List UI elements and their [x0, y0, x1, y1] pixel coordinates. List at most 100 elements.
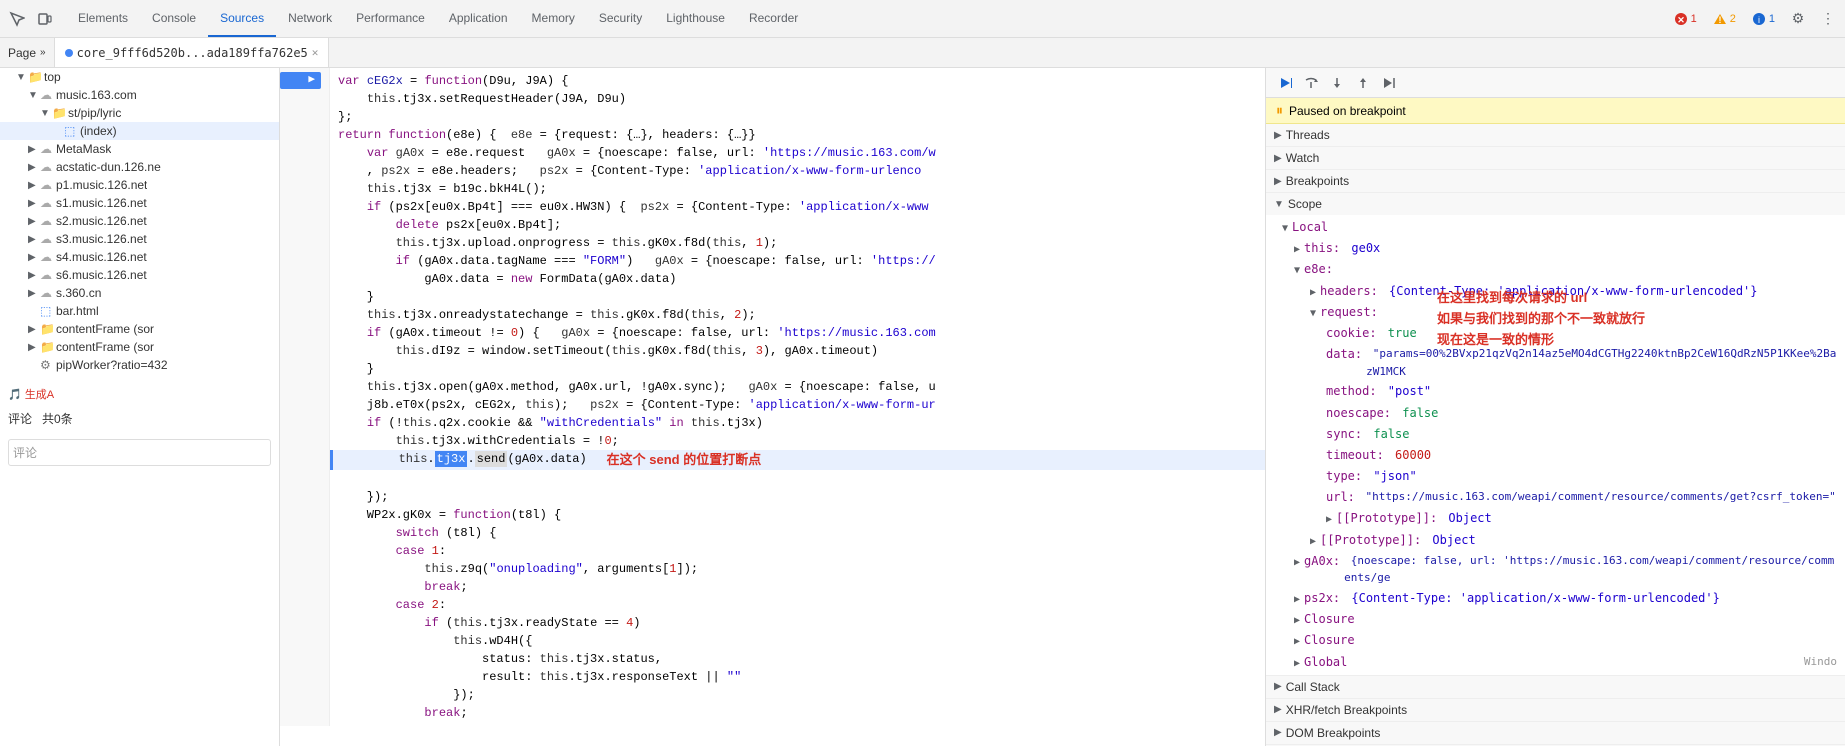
proto1-item[interactable]: ▶ [[Prototype]]: Object	[1266, 508, 1845, 529]
code-line: });	[330, 686, 1265, 704]
settings-btn[interactable]: ⚙	[1785, 6, 1811, 32]
active-file-tab[interactable]: core_9fff6d520b...ada189ffa762e5 ✕	[55, 38, 330, 67]
toolbar-right: ✕ 1 ! 2 i 1 ⚙ ⋮	[1668, 6, 1841, 32]
dom-label: DOM Breakpoints	[1286, 726, 1381, 740]
closure2-item[interactable]: ▶ Closure	[1266, 630, 1845, 651]
tree-item-index[interactable]: ▶ ⬚ (index)	[0, 122, 279, 140]
scope-section: ▼ Scope ▼ Local ▶ thi	[1266, 193, 1845, 676]
tab-console[interactable]: Console	[140, 0, 208, 37]
file-tree: ▼ 📁 top ▼ ☁ music.163.com ▼ 📁 st/pip/lyr…	[0, 68, 280, 746]
code-line: };	[330, 108, 1265, 126]
more-btn[interactable]: ⋮	[1815, 6, 1841, 32]
code-line: this.tj3x.withCredentials = !0;	[330, 432, 1265, 450]
scope-content: ▼ Local ▶ this: ge0x ▼	[1266, 215, 1845, 675]
tree-item-pipworker[interactable]: ▶ ⚙ pipWorker?ratio=432	[0, 356, 279, 374]
comment-input[interactable]: 评论	[8, 439, 271, 466]
xhr-header[interactable]: ▶ XHR/fetch Breakpoints	[1266, 699, 1845, 721]
main-content: ▼ 📁 top ▼ ☁ music.163.com ▼ 📁 st/pip/lyr…	[0, 68, 1845, 746]
tree-item-bar[interactable]: ▶ ⬚ bar.html	[0, 302, 279, 320]
dom-header[interactable]: ▶ DOM Breakpoints	[1266, 722, 1845, 744]
code-line: if (!this.q2x.cookie && "withCredentials…	[330, 414, 1265, 432]
tree-item-contentframe1[interactable]: ▶ 📁 contentFrame (sor	[0, 320, 279, 338]
proto1-arrow: ▶	[1326, 512, 1332, 528]
tree-item-contentframe2[interactable]: ▶ 📁 contentFrame (sor	[0, 338, 279, 356]
tree-item-s6[interactable]: ▶ ☁ s6.music.126.net	[0, 266, 279, 284]
tab-performance[interactable]: Performance	[344, 0, 437, 37]
step-over-btn[interactable]	[1300, 72, 1322, 94]
warning-badge: ! 2	[1707, 10, 1742, 28]
closure1-arrow: ▶	[1294, 613, 1300, 629]
tree-item-s4[interactable]: ▶ ☁ s4.music.126.net	[0, 248, 279, 266]
tree-item-p1[interactable]: ▶ ☁ p1.music.126.net	[0, 176, 279, 194]
watch-header[interactable]: ▶ Watch	[1266, 147, 1845, 169]
e8e-item[interactable]: ▼ e8e:	[1266, 259, 1845, 280]
tree-item-s1[interactable]: ▶ ☁ s1.music.126.net	[0, 194, 279, 212]
watch-label: Watch	[1286, 151, 1320, 165]
tree-item-music163[interactable]: ▼ ☁ music.163.com	[0, 86, 279, 104]
breakpoints-arrow: ▶	[1274, 176, 1282, 187]
tab-elements[interactable]: Elements	[66, 0, 140, 37]
device-toggle-btn[interactable]	[32, 6, 58, 32]
close-tab-btn[interactable]: ✕	[312, 46, 319, 59]
global-item[interactable]: ▶ Global Windo	[1266, 652, 1845, 673]
local-arrow: ▼	[1282, 221, 1288, 237]
code-line: j8b.eT0x(ps2x, cEG2x, this); ps2x = {Con…	[330, 396, 1265, 414]
threads-header[interactable]: ▶ Threads	[1266, 124, 1845, 146]
closure1-item[interactable]: ▶ Closure	[1266, 609, 1845, 630]
tree-item-pip-lyric[interactable]: ▼ 📁 st/pip/lyric	[0, 104, 279, 122]
method-item: method: "post"	[1266, 381, 1845, 402]
xhr-label: XHR/fetch Breakpoints	[1286, 703, 1407, 717]
code-editor[interactable]: ▶	[280, 68, 1265, 746]
tab-security[interactable]: Security	[587, 0, 654, 37]
tab-sources[interactable]: Sources	[208, 0, 276, 37]
headers-item[interactable]: ▶ headers: {Content-Type: 'application/x…	[1266, 281, 1845, 302]
devtools-tabs: Elements Console Sources Network Perform…	[66, 0, 1668, 37]
step-btn[interactable]	[1378, 72, 1400, 94]
tab-recorder[interactable]: Recorder	[737, 0, 810, 37]
request-arrow: ▼	[1310, 306, 1316, 322]
inspect-element-btn[interactable]	[4, 6, 30, 32]
ps2x-item[interactable]: ▶ ps2x: {Content-Type: 'application/x-ww…	[1266, 588, 1845, 609]
code-line: if (this.tj3x.readyState == 4)	[330, 614, 1265, 632]
code-line: , ps2x = e8e.headers; ps2x = {Content-Ty…	[330, 162, 1265, 180]
resume-btn[interactable]	[1274, 72, 1296, 94]
tree-item-s360[interactable]: ▶ ☁ s.360.cn	[0, 284, 279, 302]
page-selector[interactable]: Page »	[0, 38, 55, 67]
breakpoints-header[interactable]: ▶ Breakpoints	[1266, 170, 1845, 192]
code-line: this.tj3x.open(gA0x.method, gA0x.url, !g…	[330, 378, 1265, 396]
code-line: if (gA0x.timeout != 0) { gA0x = {noescap…	[330, 324, 1265, 342]
closure2-arrow: ▶	[1294, 634, 1300, 650]
tree-item-metamask[interactable]: ▶ ☁ MetaMask	[0, 140, 279, 158]
call-stack-header[interactable]: ▶ Call Stack	[1266, 676, 1845, 698]
scope-header[interactable]: ▼ Scope	[1266, 193, 1845, 215]
code-line: switch (t8l) {	[330, 524, 1265, 542]
watch-arrow: ▶	[1274, 153, 1282, 164]
tree-item-s3[interactable]: ▶ ☁ s3.music.126.net	[0, 230, 279, 248]
data-item: data: "params=00%2BVxp21qzVq2n14az5eMO4d…	[1266, 344, 1845, 381]
call-stack-arrow: ▶	[1274, 681, 1282, 692]
threads-arrow: ▶	[1274, 130, 1282, 141]
call-stack-section: ▶ Call Stack	[1266, 676, 1845, 699]
breakpoints-section: ▶ Breakpoints	[1266, 170, 1845, 193]
this-item[interactable]: ▶ this: ge0x	[1266, 238, 1845, 259]
code-line: if (gA0x.data.tagName === "FORM") gA0x =…	[330, 252, 1265, 270]
svg-text:i: i	[1758, 15, 1760, 25]
ga0x-item[interactable]: ▶ gA0x: {noescape: false, url: 'https://…	[1266, 551, 1845, 588]
tree-item-top[interactable]: ▼ 📁 top	[0, 68, 279, 86]
code-line: this.tj3x.setRequestHeader(J9A, D9u)	[330, 90, 1265, 108]
proto2-item[interactable]: ▶ [[Prototype]]: Object	[1266, 530, 1845, 551]
tab-lighthouse[interactable]: Lighthouse	[654, 0, 737, 37]
devtools-toolbar: Elements Console Sources Network Perform…	[0, 0, 1845, 38]
tab-network[interactable]: Network	[276, 0, 344, 37]
tab-application[interactable]: Application	[437, 0, 520, 37]
tree-item-acstatic[interactable]: ▶ ☁ acstatic-dun.126.ne	[0, 158, 279, 176]
code-line: if (ps2x[eu0x.Bp4t] === eu0x.HW3N) { ps2…	[330, 198, 1265, 216]
step-out-btn[interactable]	[1352, 72, 1374, 94]
tree-item-s2[interactable]: ▶ ☁ s2.music.126.net	[0, 212, 279, 230]
tab-memory[interactable]: Memory	[520, 0, 587, 37]
local-item[interactable]: ▼ Local	[1266, 217, 1845, 238]
this-arrow: ▶	[1294, 242, 1300, 258]
bottom-note: 🎵 生成A	[0, 382, 279, 406]
step-into-btn[interactable]	[1326, 72, 1348, 94]
request-item[interactable]: ▼ request:	[1266, 302, 1845, 323]
